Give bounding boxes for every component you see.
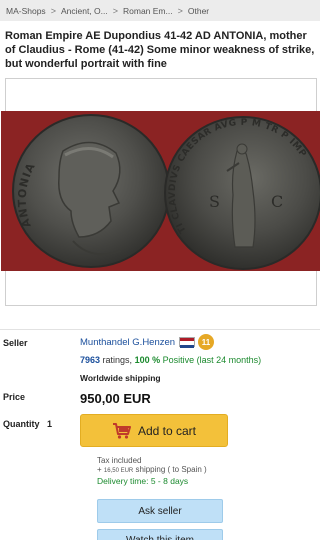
shipping-word[interactable]: shipping bbox=[136, 465, 166, 474]
cart-icon bbox=[112, 422, 131, 439]
positive-percentage: 100 % bbox=[134, 355, 161, 365]
seller-name-link[interactable]: Munthandel G.Henzen bbox=[80, 337, 175, 348]
reverse-field-c: C bbox=[271, 192, 283, 211]
price-value: 950,00 EUR bbox=[80, 391, 151, 406]
add-to-cart-button[interactable]: Add to cart bbox=[80, 414, 228, 447]
worldwide-shipping: Worldwide shipping bbox=[80, 373, 161, 383]
breadcrumb-separator: > bbox=[177, 5, 183, 16]
tax-info: Tax included bbox=[97, 456, 142, 465]
ratings-word: ratings, bbox=[102, 355, 133, 365]
netherlands-flag-icon bbox=[179, 337, 195, 348]
positive-text: Positive (last 24 months) bbox=[162, 355, 262, 365]
quantity-value[interactable]: 1 bbox=[47, 419, 52, 429]
breadcrumb-home[interactable]: MA-Shops bbox=[6, 6, 46, 16]
breadcrumb-current[interactable]: Other bbox=[188, 6, 209, 16]
breadcrumb-category[interactable]: Ancient, O... bbox=[61, 6, 108, 16]
coin-reverse: S C TI CLAVDIVS CAESAR AVG P M TR P IMP bbox=[164, 116, 320, 270]
breadcrumb-separator: > bbox=[112, 5, 118, 16]
shipping-destination: ( to Spain ) bbox=[167, 465, 207, 474]
add-to-cart-label: Add to cart bbox=[137, 423, 197, 438]
ratings-count: 7963 bbox=[80, 355, 101, 365]
watch-item-button[interactable]: Watch this item bbox=[97, 529, 223, 540]
product-image-frame[interactable]: ANTONIA S C TI CLAVDIVS CAESAR AVG P M T… bbox=[1, 78, 320, 306]
plus-sign: + bbox=[97, 465, 102, 474]
breadcrumb-separator: > bbox=[50, 5, 56, 16]
seller-label: Seller bbox=[3, 338, 28, 348]
shipping-cost: + 16,50 EUR shipping ( to Spain ) bbox=[97, 465, 207, 474]
price-label: Price bbox=[3, 392, 26, 402]
breadcrumb-subcategory[interactable]: Roman Em... bbox=[123, 6, 173, 16]
shipping-amount: 16,50 EUR bbox=[103, 468, 134, 474]
quantity-label: Quantity bbox=[3, 419, 40, 429]
seller-level-badge: 11 bbox=[198, 334, 214, 350]
delivery-time: Delivery time: 5 - 8 days bbox=[97, 476, 189, 486]
product-image[interactable]: ANTONIA S C TI CLAVDIVS CAESAR AVG P M T… bbox=[1, 111, 320, 271]
seller-ratings[interactable]: 7963 ratings, 100 % Positive (last 24 mo… bbox=[80, 355, 261, 365]
section-divider bbox=[0, 329, 320, 330]
listing-title: Roman Empire AE Dupondius 41-42 AD ANTON… bbox=[5, 30, 315, 70]
coin-obverse: ANTONIA bbox=[12, 114, 170, 268]
breadcrumb: MA-Shops > Ancient, O... > Roman Em... >… bbox=[0, 0, 320, 21]
reverse-field-s: S bbox=[209, 192, 220, 211]
ask-seller-button[interactable]: Ask seller bbox=[97, 499, 223, 523]
